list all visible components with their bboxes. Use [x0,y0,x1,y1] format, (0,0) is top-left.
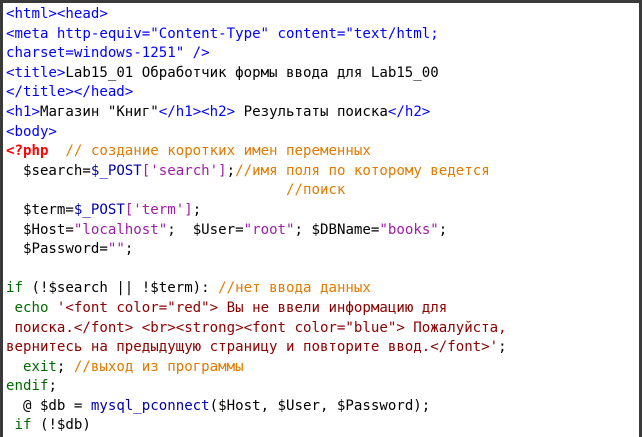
editor-frame-top [0,0,642,3]
code-token: ; $DBName= [294,221,380,238]
code-token: Магазин "Книг" [39,103,159,120]
code-token: @ $db = [6,397,91,414]
code-token: $_POST [90,162,142,179]
code-line: if (!$search || !$term): //нет ввода дан… [6,279,507,299]
code-token: ; [192,201,202,218]
code-line: @ $db = mysql_pconnect($Host, $User, $Pa… [6,397,507,417]
code-line: </title></head> [6,83,507,103]
code-token: <html><head> [6,6,108,22]
code-token: ; [498,339,507,356]
code-line: $Host="localhost"; $User="root"; $DBName… [6,221,507,241]
code-token: //выход из программы [73,358,244,375]
code-token: $term= [6,201,74,218]
code-line: $Password=""; [6,240,507,260]
editor-frame-left [0,0,3,437]
code-token: //поиск [6,182,346,199]
code-token: if [6,417,32,434]
code-line: exit; //выход из программы [6,358,507,378]
code-line: $term=$_POST['term']; [6,201,507,221]
code-line: <h1>Магазин "Книг"</h1><h2> Результаты п… [6,103,507,123]
code-line: echo '<font color="red"> Вы не ввели инф… [6,299,507,319]
code-line: if (!$db) [6,416,507,436]
code-token: Lab15_01 Обработчик формы ввода для Lab1… [65,64,439,81]
code-token: //имя поля по которому ведется [235,162,490,179]
code-token: echo [6,299,49,316]
code-token: (!$search || !$term): [22,280,219,297]
code-token: $Host= [6,221,74,238]
code-token: $_POST [73,201,125,218]
code-token: ; [124,241,134,258]
code-line: <html><head> [6,5,507,25]
code-token: </h1><h2> [158,103,236,120]
code-token: "books" [379,221,439,238]
code-token: "" [107,241,125,258]
code-line: вернитесь на предыдущую страницу и повто… [6,338,507,358]
code-token: <h1> [6,103,40,120]
code-token: $Password= [6,241,108,258]
code-token: exit [6,358,57,375]
code-token: поиска.</font> <br><strong><font color="… [6,319,507,336]
code-line: endif; [6,377,507,397]
code-token: ($Host, $User, $Password); [209,397,431,414]
code-token: charset=windows-1251" /> [6,45,210,62]
code-token: ; [226,162,236,179]
code-line: <meta http-equiv="Content-Type" content=… [6,25,507,45]
code-token: $search= [6,162,91,179]
code-line: charset=windows-1251" /> [6,44,507,64]
code-token: <title> [6,64,66,81]
code-token: (!$db) [31,417,91,434]
code-line: //поиск [6,181,507,201]
code-token: //нет ввода данных [218,280,371,297]
code-line: <?php // создание коротких имен переменн… [6,142,507,162]
code-token: // создание коротких имен переменных [48,143,371,160]
code-token: ['search'] [141,162,227,179]
code-token: <meta http-equiv="Content-Type" content=… [6,25,439,42]
code-token: <body> [6,123,57,140]
code-token: Результаты поиска [235,103,388,120]
code-token: if [6,280,23,297]
code-text-area[interactable]: <html><head> <meta http-equiv="Content-Ty… [6,5,507,436]
code-token: mysql_pconnect [90,397,210,414]
code-editor[interactable]: <html><head> <meta http-equiv="Content-Ty… [0,0,642,437]
code-token: </title></head> [6,84,134,101]
code-token: </h2> [387,103,431,120]
code-line: <title>Lab15_01 Обработчик формы ввода д… [6,64,507,84]
code-token: ['term'] [124,201,193,218]
code-token: вернитесь на предыдущую страницу и повто… [6,339,499,356]
code-line: <body> [6,123,507,143]
code-token: <?php [6,143,49,160]
code-token: ; $User= [167,221,244,238]
code-token: "localhost" [73,221,168,238]
code-line: $search=$_POST['search'];//имя поля по к… [6,162,507,182]
code-token: ; [438,221,448,238]
code-line: поиска.</font> <br><strong><font color="… [6,319,507,339]
code-token: "root" [243,221,295,238]
code-token: ; [48,378,57,395]
code-token: '<font color="red"> Вы не ввели информац… [48,299,448,316]
code-token: ; [56,358,74,375]
code-token: endif [6,378,49,395]
